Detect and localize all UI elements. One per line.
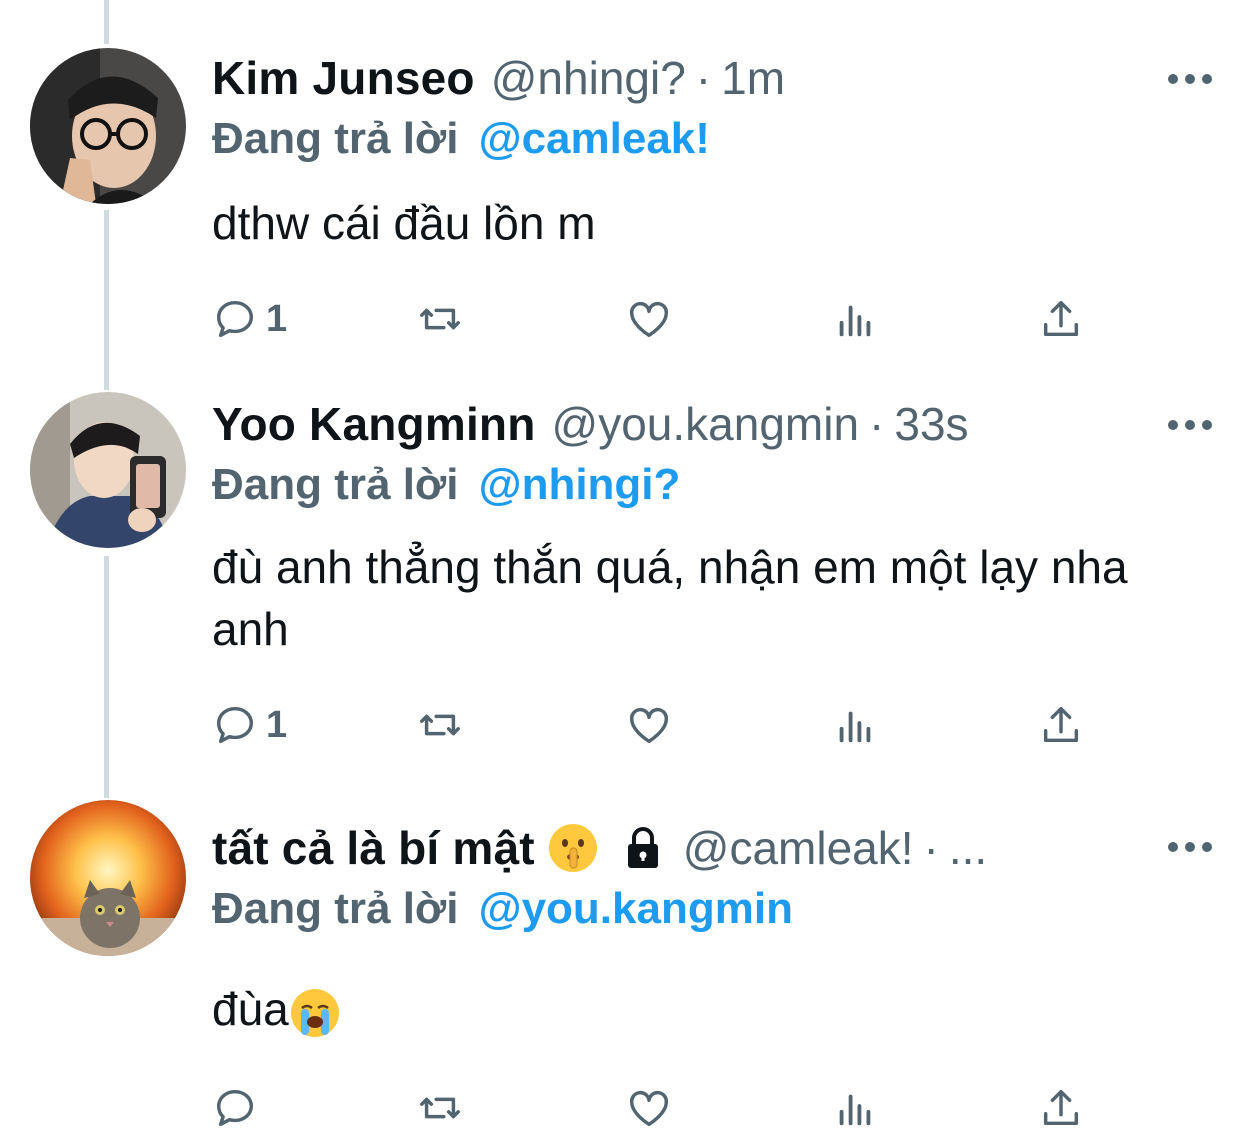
reply-button[interactable] bbox=[212, 1078, 266, 1138]
share-icon bbox=[1043, 1089, 1079, 1126]
author-name[interactable]: tất cả là bí mật bbox=[212, 821, 535, 875]
author-handle[interactable]: @camleak! bbox=[683, 821, 914, 875]
reply-icon bbox=[216, 1089, 254, 1127]
avatar[interactable] bbox=[30, 800, 186, 956]
like-icon bbox=[630, 1090, 668, 1127]
action-bar bbox=[212, 1078, 1112, 1138]
tweet-text-row: đùa bbox=[212, 978, 1162, 1040]
retweet-button[interactable] bbox=[417, 1078, 463, 1138]
replying-to: Đang trả lời @you.kangmin bbox=[212, 884, 793, 934]
separator-dot: · bbox=[923, 822, 939, 874]
like-button[interactable] bbox=[626, 1078, 672, 1138]
more-icon[interactable] bbox=[1168, 827, 1212, 867]
loudly-crying-face-emoji bbox=[290, 988, 339, 1037]
tweet-3[interactable]: tất cả là bí mật @camleak! · ... Đang tr… bbox=[0, 0, 1242, 1147]
retweet-icon bbox=[420, 1097, 460, 1119]
reply-prefix: Đang trả lời bbox=[212, 884, 459, 933]
timestamp[interactable]: ... bbox=[949, 821, 987, 875]
tweet-text: đùa bbox=[212, 983, 289, 1035]
reply-target-link[interactable]: @you.kangmin bbox=[479, 884, 793, 933]
lock-icon bbox=[619, 824, 667, 872]
analytics-icon bbox=[839, 1094, 871, 1126]
shushing-face-emoji bbox=[548, 824, 597, 872]
analytics-button[interactable] bbox=[832, 1078, 878, 1138]
share-button[interactable] bbox=[1038, 1078, 1084, 1138]
